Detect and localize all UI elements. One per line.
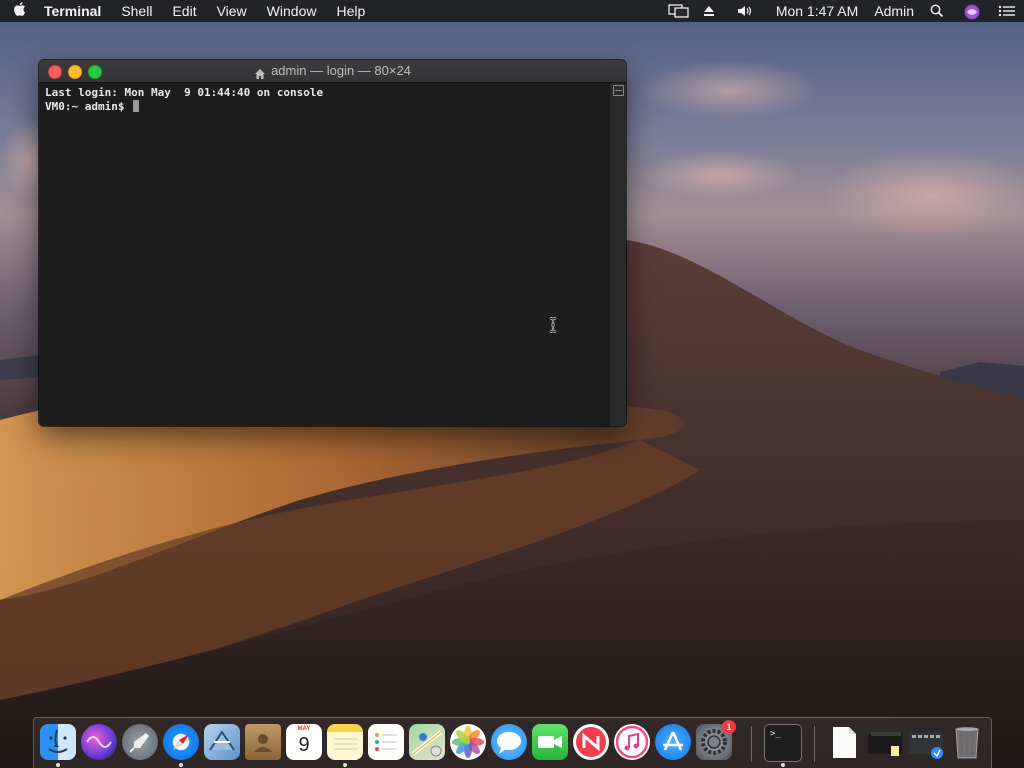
minimize-button[interactable] <box>68 65 82 79</box>
terminal-prompt: VM0:~ admin$ <box>45 100 132 113</box>
menu-user[interactable]: Admin <box>874 3 914 19</box>
menu-help[interactable]: Help <box>326 0 375 22</box>
window-title: admin — login — 80×24 <box>254 60 411 82</box>
scrollbar[interactable] <box>609 83 626 426</box>
terminal-icon[interactable]: >_ <box>764 724 802 762</box>
reminders-icon[interactable] <box>368 724 404 760</box>
menu-shell[interactable]: Shell <box>111 0 162 22</box>
close-button[interactable] <box>48 65 62 79</box>
menu-bar: Terminal Shell Edit View Window Help Mon… <box>0 0 1024 22</box>
contacts-icon[interactable] <box>245 724 281 760</box>
safari-icon[interactable] <box>163 724 199 760</box>
dock: MAY 9 1 >_ <box>33 717 992 768</box>
calendar-month: MAY <box>297 726 311 732</box>
running-indicator <box>179 763 183 767</box>
terminal-window[interactable]: admin — login — 80×24 Last login: Mon Ma… <box>39 60 626 426</box>
window-title-text: admin — login — 80×24 <box>271 63 411 78</box>
terminal-content[interactable]: Last login: Mon May 9 01:44:40 on consol… <box>39 83 610 426</box>
menu-clock[interactable]: Mon 1:47 AM <box>776 3 859 19</box>
eject-icon[interactable] <box>702 4 720 18</box>
messages-icon[interactable] <box>491 724 527 760</box>
display-mirroring-icon[interactable] <box>668 4 689 18</box>
itunes-icon[interactable] <box>614 724 650 760</box>
siri-icon[interactable] <box>81 724 117 760</box>
mail-icon[interactable] <box>204 724 240 760</box>
menu-view[interactable]: View <box>207 0 257 22</box>
calendar-icon[interactable]: MAY 9 <box>286 724 322 760</box>
app-store-icon[interactable] <box>655 724 691 760</box>
launchpad-icon[interactable] <box>122 724 158 760</box>
text-cursor <box>133 100 140 112</box>
notes-icon[interactable] <box>327 724 363 760</box>
split-pane-icon[interactable] <box>613 85 624 96</box>
menu-edit[interactable]: Edit <box>162 0 206 22</box>
system-preferences-icon[interactable]: 1 <box>696 720 736 760</box>
ibeam-cursor-icon <box>549 317 557 333</box>
menu-app-name[interactable]: Terminal <box>40 0 111 22</box>
apple-logo-icon[interactable] <box>0 1 40 21</box>
notification-center-icon[interactable] <box>998 4 1016 18</box>
running-indicator <box>781 763 785 767</box>
document-icon[interactable] <box>826 724 862 760</box>
desktop: Terminal Shell Edit View Window Help Mon… <box>0 0 1024 768</box>
maps-icon[interactable] <box>409 724 445 760</box>
siri-icon[interactable] <box>964 4 982 20</box>
terminal-prompt-glyph: >_ <box>770 729 781 739</box>
facetime-icon[interactable] <box>532 724 568 760</box>
home-icon <box>254 65 266 79</box>
terminal-line: Last login: Mon May 9 01:44:40 on consol… <box>45 86 324 99</box>
finder-icon[interactable] <box>40 724 76 760</box>
dock-separator <box>751 726 752 762</box>
running-indicator <box>56 763 60 767</box>
notification-badge: 1 <box>722 720 736 734</box>
zoom-button[interactable] <box>88 65 102 79</box>
running-indicator <box>343 763 347 767</box>
terminal-prompt-line: VM0:~ admin$ <box>45 100 604 114</box>
volume-icon[interactable] <box>736 4 754 18</box>
search-icon[interactable] <box>930 4 948 18</box>
news-icon[interactable] <box>573 724 609 760</box>
calendar-day: 9 <box>298 734 310 756</box>
downloads-stack-icon[interactable] <box>908 724 944 760</box>
trash-icon[interactable] <box>949 724 985 760</box>
stack-folder-icon[interactable] <box>867 724 903 760</box>
window-titlebar[interactable]: admin — login — 80×24 <box>39 60 626 83</box>
photos-icon[interactable] <box>450 724 486 760</box>
dock-separator <box>814 726 815 762</box>
menu-window[interactable]: Window <box>257 0 327 22</box>
